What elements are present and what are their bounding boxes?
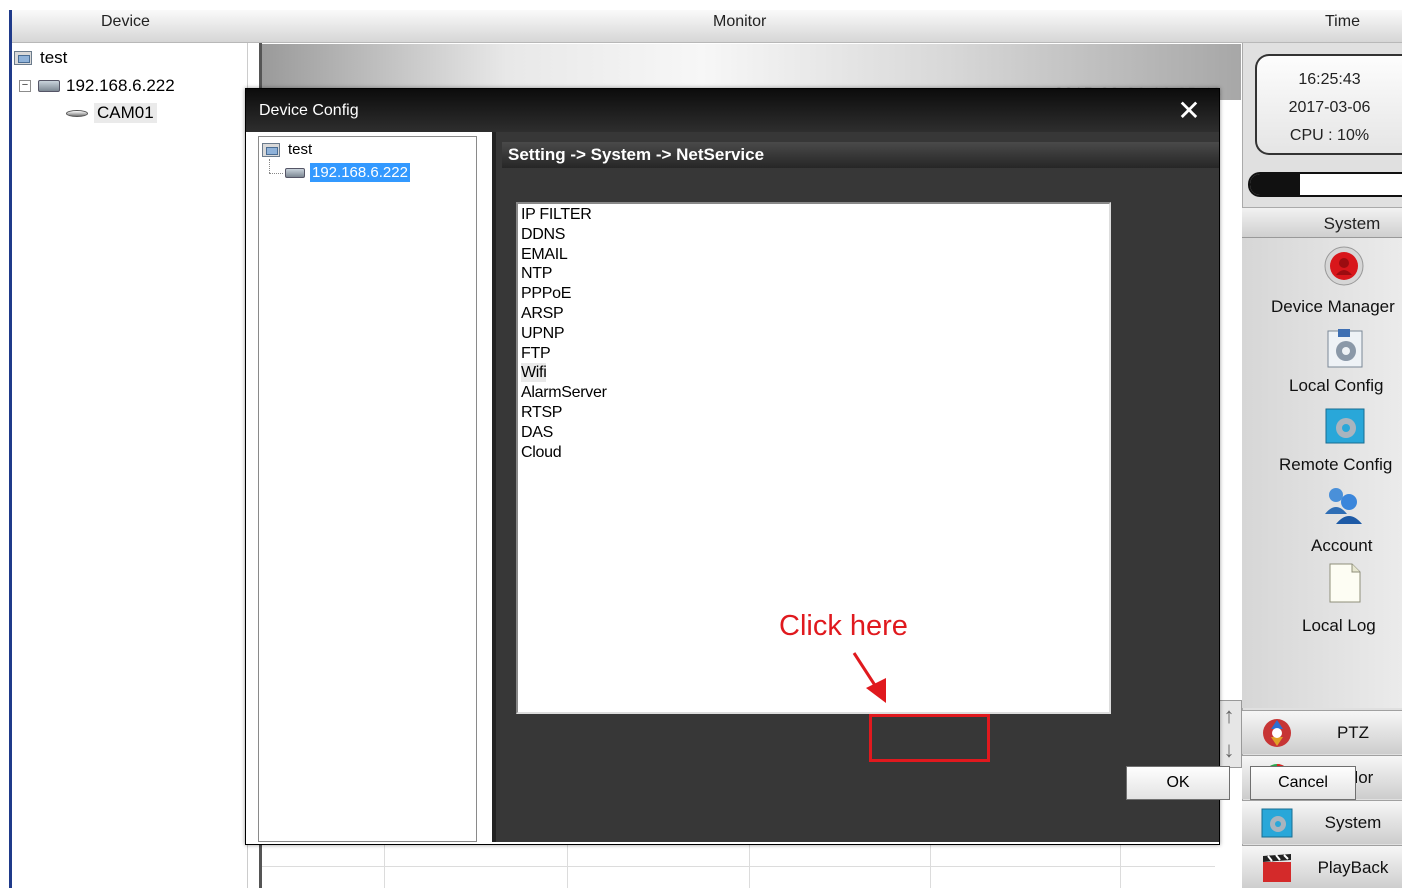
netservice-item[interactable]: EMAIL bbox=[521, 245, 568, 264]
level-bar bbox=[1248, 172, 1402, 197]
cancel-button[interactable]: Cancel bbox=[1250, 766, 1356, 800]
tree-item-label: CAM01 bbox=[94, 103, 157, 123]
system-section-header: System bbox=[1242, 207, 1402, 238]
dialog-device-tree: test 192.168.6.222 bbox=[258, 136, 477, 842]
scroll-up-icon[interactable]: ↑ bbox=[1217, 701, 1241, 735]
netservice-item[interactable]: UPNP bbox=[521, 324, 565, 343]
clock-date: 2017-03-06 bbox=[1288, 99, 1371, 116]
group-icon bbox=[14, 51, 32, 65]
dialog-title-bar[interactable]: Device Config ✕ bbox=[246, 89, 1219, 132]
grid-line bbox=[262, 866, 1215, 867]
tree-connector bbox=[269, 159, 270, 173]
netservice-item[interactable]: NTP bbox=[521, 264, 552, 283]
nav-system-button[interactable]: System bbox=[1242, 800, 1402, 844]
netservice-item[interactable]: FTP bbox=[521, 344, 551, 363]
netservice-item[interactable]: DAS bbox=[521, 423, 553, 442]
netservice-item[interactable]: AlarmServer bbox=[521, 383, 607, 402]
tree-item-group[interactable]: test bbox=[14, 48, 67, 68]
tree-item-label: 192.168.6.222 bbox=[66, 76, 175, 95]
tree-item-dvr[interactable]: − 192.168.6.222 bbox=[19, 76, 175, 96]
monitor-column-header: Monitor bbox=[713, 13, 767, 30]
clock-panel: 16:25:43 2017-03-06 CPU : 10% bbox=[1255, 54, 1402, 155]
tree-item-label: test bbox=[288, 141, 313, 158]
device-column-header: Device bbox=[101, 13, 150, 30]
tree-item-camera[interactable]: CAM01 bbox=[66, 103, 157, 123]
remote-config-label[interactable]: Remote Config bbox=[1279, 455, 1392, 475]
grid-line bbox=[384, 845, 385, 888]
dialog-title: Device Config bbox=[259, 102, 359, 119]
tree-connector bbox=[269, 173, 283, 174]
nav-playback-button[interactable]: PlayBack bbox=[1242, 845, 1402, 888]
remote-config-icon[interactable] bbox=[1324, 405, 1366, 447]
netservice-item[interactable]: RTSP bbox=[521, 403, 562, 422]
cpu-usage: CPU : 10% bbox=[1289, 127, 1370, 144]
dvr-icon bbox=[38, 80, 60, 92]
level-bar-fill bbox=[1250, 174, 1301, 195]
collapse-icon[interactable]: − bbox=[19, 80, 31, 92]
netservice-item[interactable]: Wifi bbox=[521, 363, 547, 383]
nav-ptz-label: PTZ bbox=[1336, 723, 1370, 742]
netservice-item[interactable]: IP FILTER bbox=[521, 205, 592, 224]
device-config-dialog: Device Config ✕ test 192.168.6.222 Setti… bbox=[245, 88, 1356, 845]
netservice-item[interactable]: DDNS bbox=[521, 225, 565, 244]
netservice-item[interactable]: PPPoE bbox=[521, 284, 571, 303]
header-bar: Device Monitor Time bbox=[12, 10, 1402, 43]
tree-item-label: test bbox=[40, 48, 68, 67]
annotation-arrow-icon bbox=[852, 652, 886, 703]
device-manager-icon[interactable] bbox=[1323, 245, 1365, 287]
app-window: Device Monitor Time test − 192.168.6.222… bbox=[0, 0, 1402, 888]
netservice-item[interactable]: ARSP bbox=[521, 304, 564, 323]
local-log-icon[interactable] bbox=[1324, 562, 1366, 604]
scroll-down-icon[interactable]: ↓ bbox=[1217, 735, 1241, 769]
system-icon bbox=[1261, 808, 1293, 838]
local-config-icon[interactable] bbox=[1324, 327, 1366, 369]
group-icon bbox=[262, 142, 280, 157]
time-column-header: Time bbox=[1325, 13, 1360, 30]
click-here-annotation: Click here bbox=[779, 610, 908, 642]
dvr-icon bbox=[285, 167, 305, 178]
netservice-item[interactable]: Cloud bbox=[521, 443, 562, 462]
ptz-icon bbox=[1263, 719, 1291, 747]
ok-button[interactable]: OK bbox=[1126, 766, 1230, 800]
config-content-panel: Setting -> System -> NetService IP FILTE… bbox=[492, 132, 1356, 842]
system-section-title: System bbox=[1323, 214, 1381, 233]
tree-item-label: 192.168.6.222 bbox=[310, 163, 410, 182]
grid-line bbox=[749, 845, 750, 888]
ok-button-highlight bbox=[869, 714, 990, 762]
nav-ptz-button[interactable]: PTZ bbox=[1242, 710, 1402, 754]
local-config-label[interactable]: Local Config bbox=[1289, 376, 1384, 396]
local-log-label[interactable]: Local Log bbox=[1302, 616, 1376, 636]
device-manager-label[interactable]: Device Manager bbox=[1271, 297, 1395, 317]
close-icon[interactable]: ✕ bbox=[1174, 97, 1204, 127]
nav-system-label: System bbox=[1324, 813, 1382, 832]
clock-time: 16:25:43 bbox=[1298, 71, 1361, 88]
breadcrumb: Setting -> System -> NetService bbox=[502, 142, 1219, 168]
grid-line bbox=[930, 845, 931, 888]
grid-line bbox=[1120, 845, 1121, 888]
dialog-tree-group[interactable]: test bbox=[262, 141, 312, 158]
account-icon[interactable] bbox=[1322, 484, 1364, 526]
dialog-tree-device[interactable]: 192.168.6.222 bbox=[285, 163, 410, 182]
grid-line bbox=[567, 845, 568, 888]
device-tree-panel bbox=[12, 43, 248, 888]
account-label[interactable]: Account bbox=[1311, 536, 1372, 556]
playback-icon bbox=[1263, 854, 1291, 882]
nav-playback-label: PlayBack bbox=[1317, 858, 1389, 877]
camera-icon bbox=[66, 109, 88, 117]
